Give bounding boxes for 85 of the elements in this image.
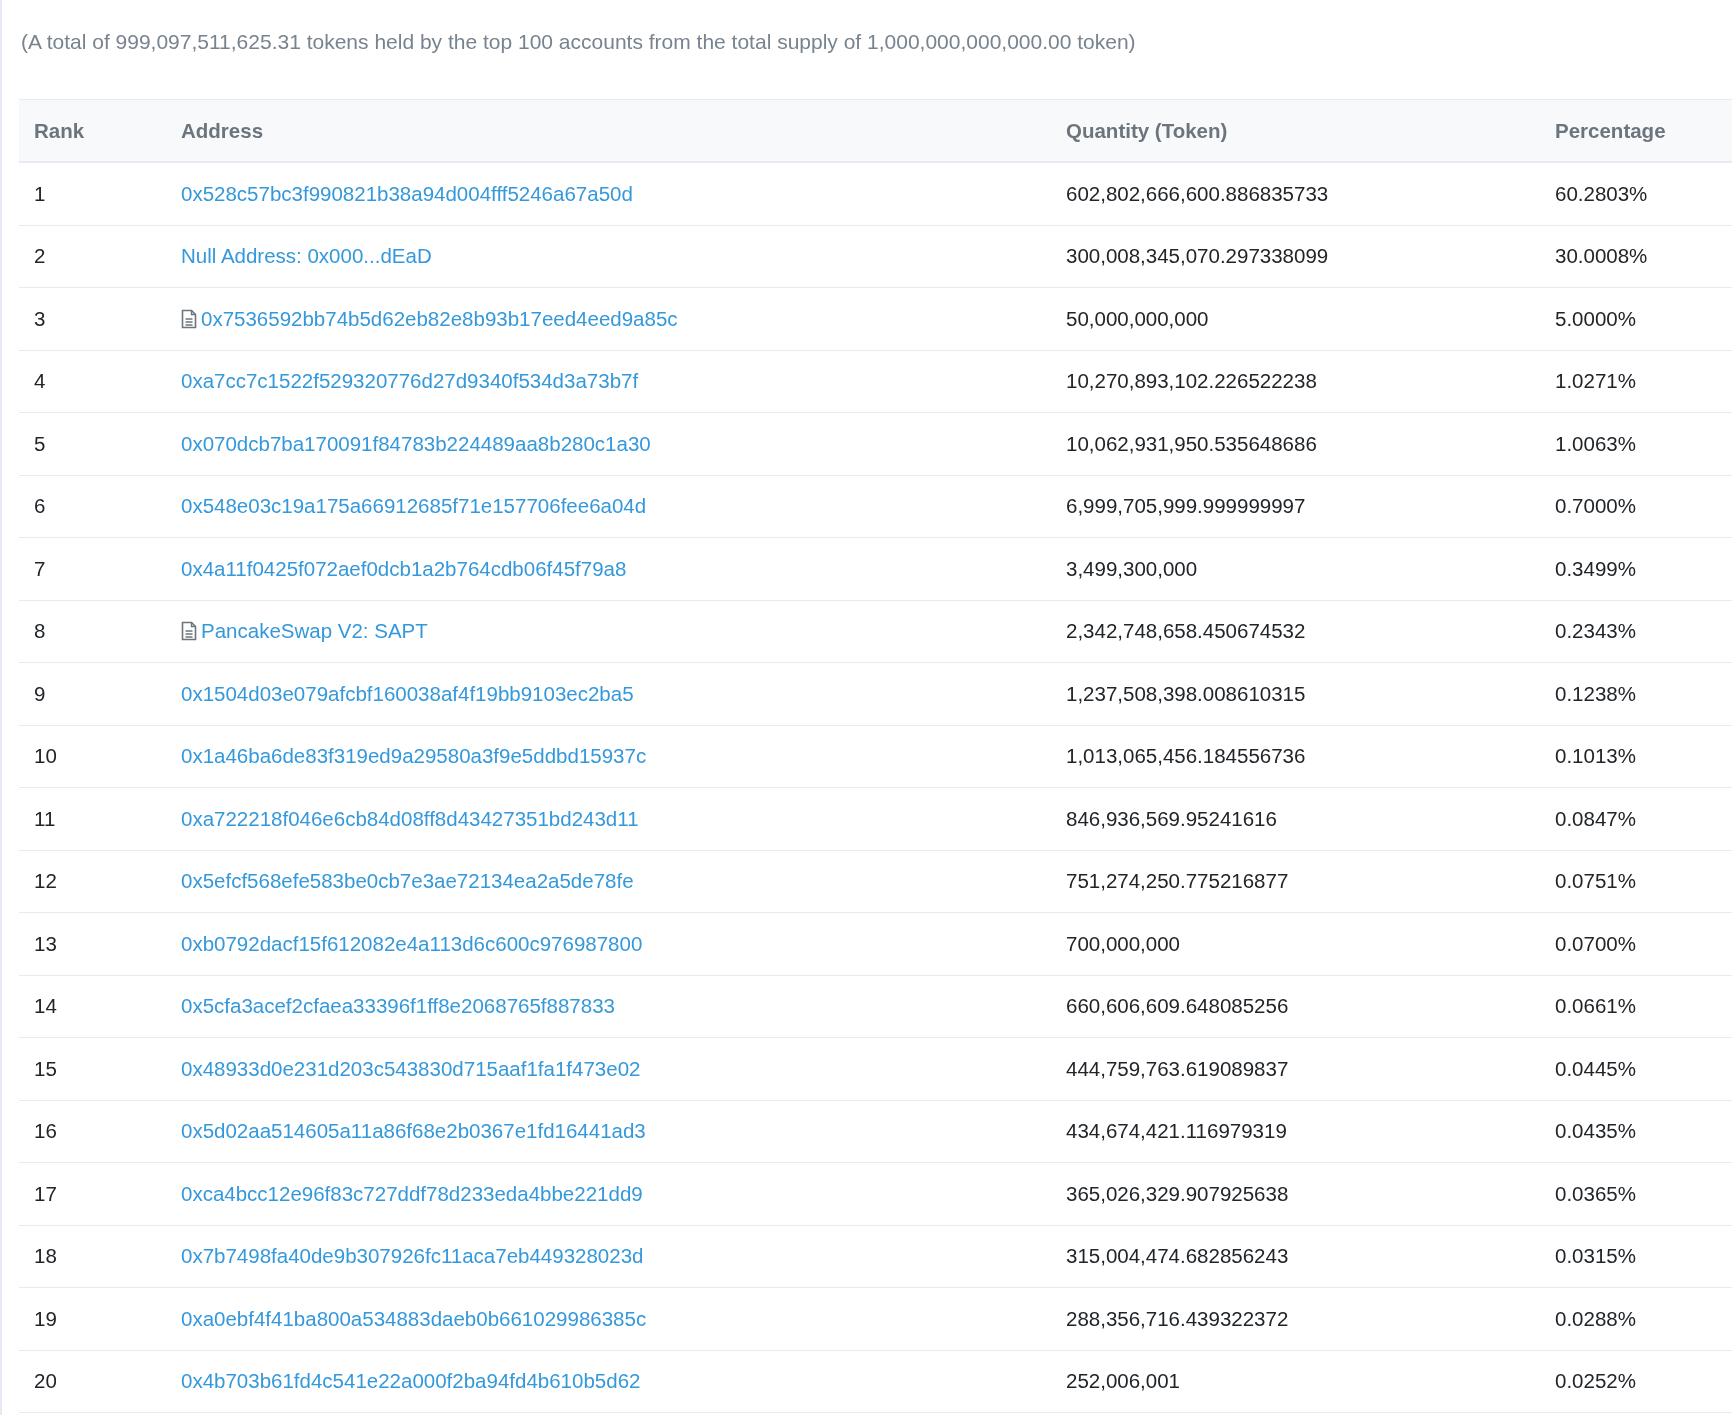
address-link[interactable]: 0x1a46ba6de83f319ed9a29580a3f9e5ddbd15937c [181, 744, 647, 769]
address-link[interactable]: 0xa7cc7c1522f529320776d27d9340f534d3a73b7f [181, 369, 639, 394]
address-link[interactable]: 0x548e03c19a175a66912685f71e157706fee6a04d [181, 494, 647, 519]
address-link[interactable]: 0x528c57bc3f990821b38a94d004fff5246a67a50d [181, 181, 633, 206]
rank-cell-text: 20 [33, 1369, 58, 1394]
quantity-cell-text: 3,499,300,000 [1065, 556, 1199, 581]
address-link[interactable]: 0xa722218f046e6cb84d08ff8d43427351bd243d11 [181, 806, 639, 831]
address-link[interactable]: 0x7b7498fa40de9b307926fc11aca7eb449328023d [181, 1244, 644, 1269]
address-link[interactable]: 0x1504d03e079afcbf160038af4f19bb9103ec2ba5 [181, 681, 634, 706]
quantity-cell-text: 660,606,609.648085256 [1065, 994, 1290, 1019]
rank-cell-text: 12 [33, 869, 58, 894]
percentage-cell-text: 0.0315% [1554, 1244, 1637, 1269]
percentage-cell-text: 0.0445% [1554, 1056, 1637, 1081]
percentage-cell-text: 30.0008% [1554, 244, 1649, 269]
column-header: Address [180, 118, 265, 143]
quantity-cell-text: 10,062,931,950.535648686 [1065, 431, 1318, 456]
percentage-cell-text: 0.0365% [1554, 1181, 1637, 1206]
rank-cell-text: 15 [33, 1056, 58, 1081]
rank-cell-text: 2 [33, 244, 47, 269]
address-link[interactable]: 0x5d02aa514605a11a86f68e2b0367e1fd16441ad3 [181, 1119, 646, 1144]
address-link[interactable]: 0xca4bcc12e96f83c727ddf78d233eda4bbe221dd9 [181, 1181, 643, 1206]
quantity-cell-text: 365,026,329.907925638 [1065, 1181, 1290, 1206]
column-header: Rank [33, 118, 86, 143]
rank-cell-text: 9 [33, 681, 47, 706]
rank-cell-text: 18 [33, 1244, 58, 1269]
quantity-cell-text: 300,008,345,070.297338099 [1065, 244, 1330, 269]
address-link[interactable]: 0xa0ebf4f41ba800a534883daeb0b661029986385c [181, 1306, 647, 1331]
percentage-cell-text: 60.2803% [1554, 181, 1649, 206]
rank-cell-text: 3 [33, 306, 47, 331]
address-link[interactable]: 0x070dcb7ba170091f84783b224489aa8b280c1a30 [181, 431, 651, 456]
percentage-cell-text: 0.2343% [1554, 619, 1637, 644]
quantity-cell-text: 1,013,065,456.184556736 [1065, 744, 1307, 769]
quantity-cell-text: 602,802,666,600.886835733 [1065, 181, 1330, 206]
address-link[interactable]: 0xb0792dacf15f612082e4a113d6c600c976987800 [181, 931, 643, 956]
address-link[interactable]: 0x5efcf568efe583be0cb7e3ae72134ea2a5de78fe [181, 869, 634, 894]
percentage-cell-text: 1.0271% [1554, 369, 1637, 394]
address-link[interactable]: PancakeSwap V2: SAPT [201, 619, 428, 644]
rank-cell-text: 16 [33, 1119, 58, 1144]
percentage-cell-text: 0.3499% [1554, 556, 1637, 581]
percentage-cell-text: 0.0700% [1554, 931, 1637, 956]
rank-cell-text: 7 [33, 556, 47, 581]
percentage-cell-text: 0.0252% [1554, 1369, 1637, 1394]
rank-cell-text: 17 [33, 1181, 58, 1206]
rank-cell-text: 1 [33, 181, 47, 206]
percentage-cell-text: 0.7000% [1554, 494, 1637, 519]
address-link[interactable]: 0x4b703b61fd4c541e22a000f2ba94fd4b610b5d62 [181, 1369, 641, 1394]
address-link[interactable]: 0x7536592bb74b5d62eb82e8b93b17eed4eed9a85c [201, 306, 678, 331]
rank-cell-text: 19 [33, 1306, 58, 1331]
rank-cell-text: 4 [33, 369, 47, 394]
percentage-cell-text: 0.0435% [1554, 1119, 1637, 1144]
quantity-cell-text: 2,342,748,658.450674532 [1065, 619, 1307, 644]
rank-cell-text: 10 [33, 744, 58, 769]
quantity-cell-text: 434,674,421.116979319 [1065, 1119, 1288, 1144]
rank-cell-text: 5 [33, 431, 47, 456]
percentage-cell-text: 1.0063% [1554, 431, 1637, 456]
percentage-cell-text: 0.0847% [1554, 806, 1637, 831]
quantity-cell-text: 315,004,474.682856243 [1065, 1244, 1290, 1269]
summary-text: (A total of 999,097,511,625.31 tokens held by the top 100 accounts from the total supply of 1,000,000,000,000.00 token) [21, 30, 1137, 54]
quantity-cell-text: 1,237,508,398.008610315 [1065, 681, 1307, 706]
quantity-cell-text: 288,356,716.439322372 [1065, 1306, 1290, 1331]
address-link[interactable]: 0x4a11f0425f072aef0dcb1a2b764cdb06f45f79a8 [181, 556, 627, 581]
quantity-cell-text: 700,000,000 [1065, 931, 1181, 956]
rank-cell-text: 8 [33, 619, 47, 644]
percentage-cell-text: 0.0751% [1554, 869, 1637, 894]
rank-cell-text: 11 [33, 806, 57, 831]
rank-cell-text: 14 [33, 994, 58, 1019]
percentage-cell-text: 0.1013% [1554, 744, 1637, 769]
rank-cell-text: 13 [33, 931, 58, 956]
rank-cell-text: 6 [33, 494, 47, 519]
column-header: Quantity (Token) [1065, 118, 1229, 143]
quantity-cell-text: 10,270,893,102.226522238 [1065, 369, 1318, 394]
quantity-cell-text: 6,999,705,999.999999997 [1065, 494, 1307, 519]
address-link[interactable]: Null Address: 0x000...dEaD [181, 244, 432, 269]
quantity-cell-text: 444,759,763.619089837 [1065, 1056, 1290, 1081]
address-link[interactable]: 0x5cfa3acef2cfaea33396f1ff8e2068765f887833 [181, 994, 615, 1019]
percentage-cell-text: 0.1238% [1554, 681, 1637, 706]
percentage-cell-text: 5.0000% [1554, 306, 1637, 331]
column-header: Percentage [1554, 118, 1667, 143]
percentage-cell-text: 0.0661% [1554, 994, 1637, 1019]
quantity-cell-text: 846,936,569.95241616 [1065, 806, 1278, 831]
quantity-cell-text: 50,000,000,000 [1065, 306, 1210, 331]
quantity-cell-text: 252,006,001 [1065, 1369, 1181, 1394]
address-link[interactable]: 0x48933d0e231d203c543830d715aaf1fa1f473e02 [181, 1056, 641, 1081]
quantity-cell-text: 751,274,250.775216877 [1065, 869, 1290, 894]
percentage-cell-text: 0.0288% [1554, 1306, 1637, 1331]
